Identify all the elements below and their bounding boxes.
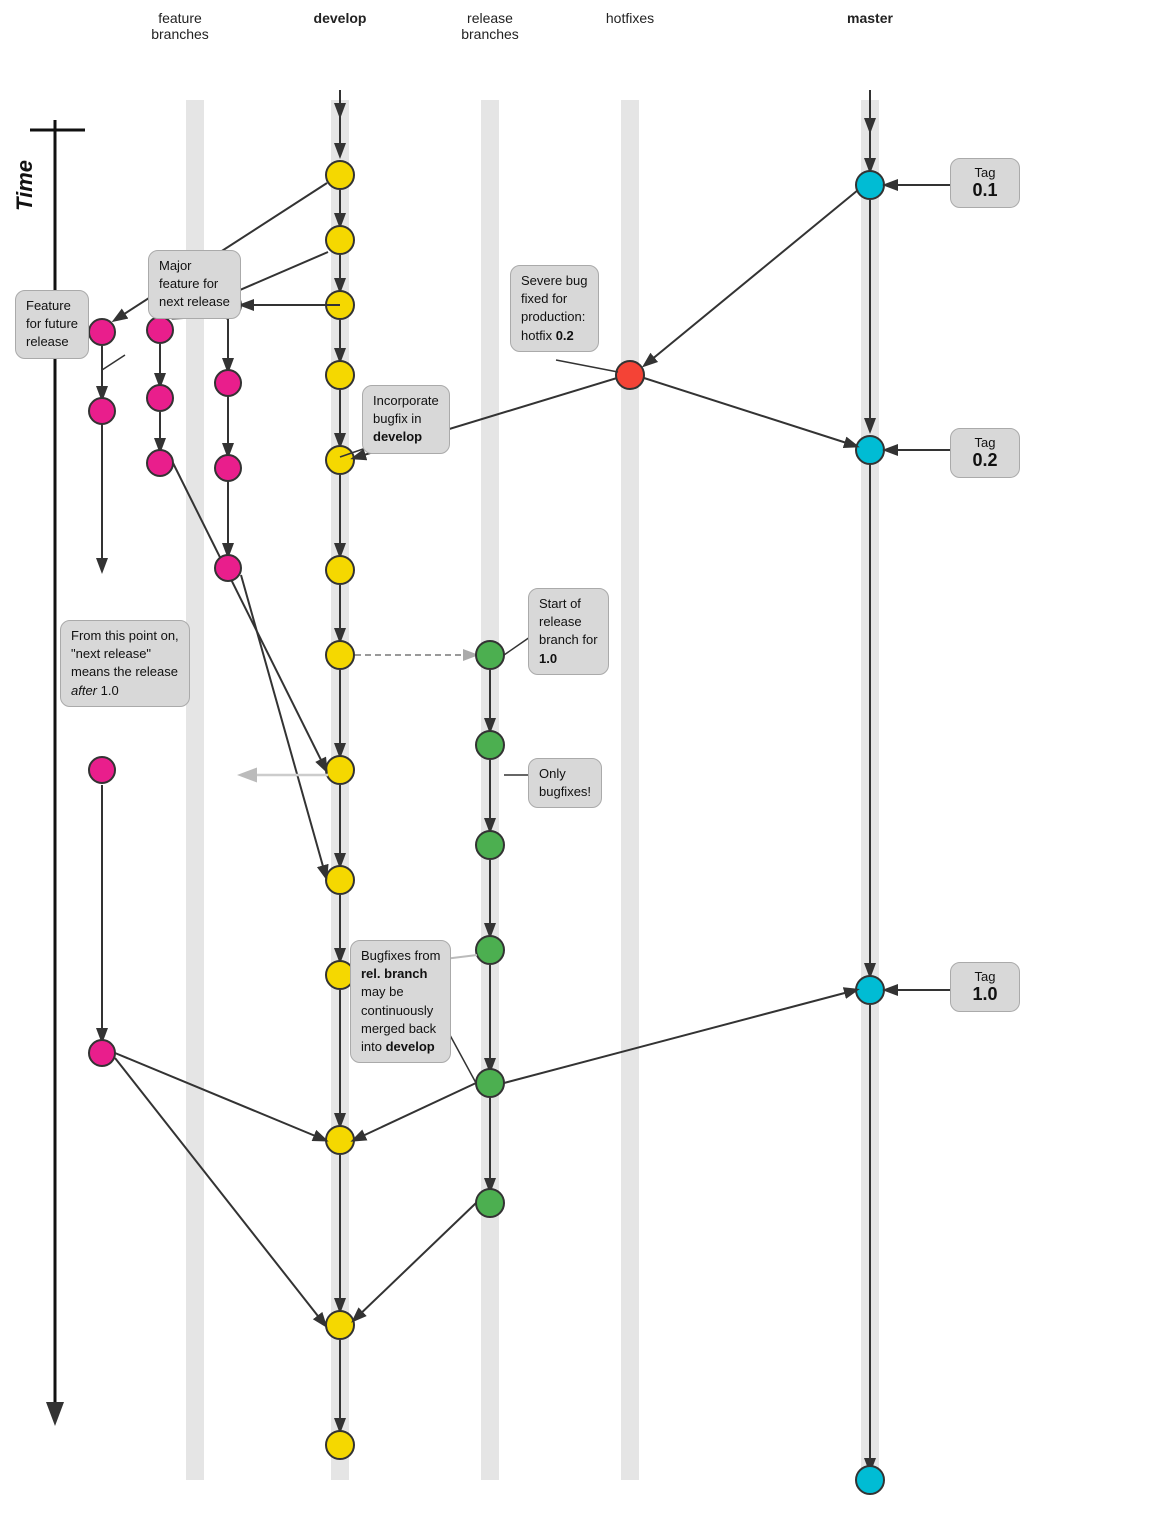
annotation-major-feature: Majorfeature fornext release [148,250,241,319]
hotfixes-header: hotfixes [585,10,675,26]
annotation-severe-bug: Severe bugfixed forproduction:hotfix 0.2 [510,265,599,352]
annotation-incorporate-bugfix: Incorporatebugfix indevelop [362,385,450,454]
time-label: Time [12,160,38,211]
annotation-bugfixes-merged: Bugfixes fromrel. branchmay becontinuous… [350,940,451,1063]
tag-10: Tag1.0 [950,962,1020,1012]
master-header: master [820,10,920,26]
annotation-only-bugfixes: Onlybugfixes! [528,758,602,808]
release-branches-header: releasebranches [430,10,550,42]
annotation-next-release: From this point on,"next release"means t… [60,620,190,707]
annotation-feature-future: Featurefor futurerelease [15,290,89,359]
annotation-start-release: Start ofreleasebranch for1.0 [528,588,609,675]
tag-01: Tag0.1 [950,158,1020,208]
develop-header: develop [295,10,385,26]
feature-branches-header: feature branches [130,10,230,42]
tag-02: Tag0.2 [950,428,1020,478]
